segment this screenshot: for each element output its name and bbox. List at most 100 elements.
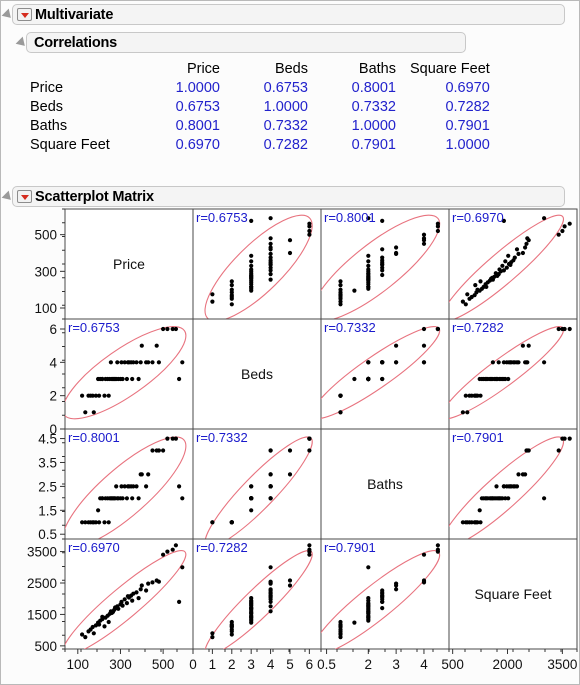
data-point xyxy=(495,273,500,278)
correlations-header-plate[interactable]: Correlations xyxy=(26,32,466,53)
data-point xyxy=(249,267,254,272)
y-axis-tick-label: 500 xyxy=(34,228,57,243)
correlation-label: r=0.7901 xyxy=(324,540,376,555)
data-point xyxy=(380,606,385,611)
spm-cell-square-feet-vs-baths[interactable]: r=0.7901 xyxy=(302,538,450,667)
spm-cell-price-vs-square-feet[interactable]: r=0.6970 xyxy=(433,207,578,331)
section-header-scatterplot-matrix[interactable]: Scatterplot Matrix xyxy=(1,186,576,207)
correlation-value: 0.6753 xyxy=(175,99,220,115)
spm-cell-price-vs-baths[interactable]: r=0.8001 xyxy=(298,207,452,336)
data-point xyxy=(460,520,465,525)
y-axis-tick-label: 0.5 xyxy=(38,527,57,542)
data-point xyxy=(421,232,427,237)
data-point xyxy=(139,472,144,477)
data-point xyxy=(156,579,161,584)
spm-cell-price-vs-beds[interactable]: r=0.6753 xyxy=(191,207,326,335)
spm-cell-baths-vs-square-feet[interactable]: r=0.7901 xyxy=(432,426,578,558)
data-point xyxy=(508,360,513,365)
data-point xyxy=(567,436,572,441)
red-triangle-menu-icon[interactable] xyxy=(17,190,32,203)
data-point xyxy=(134,484,139,489)
spm-cell-square-feet-vs-beds[interactable]: r=0.7282 xyxy=(192,538,322,664)
spm-cell-beds-vs-square-feet[interactable]: r=0.7282 xyxy=(434,317,578,430)
data-point xyxy=(102,624,107,629)
data-point xyxy=(100,376,105,382)
data-point xyxy=(497,267,502,272)
data-point xyxy=(80,393,85,398)
data-point xyxy=(268,609,273,614)
data-point xyxy=(96,508,101,513)
data-point xyxy=(526,343,531,348)
y-axis-tick-label: 300 xyxy=(34,264,57,279)
y-axis-tick-label: 2500 xyxy=(27,576,57,591)
data-point xyxy=(338,631,343,636)
data-point xyxy=(115,360,120,365)
scatterplot-header-plate[interactable]: Scatterplot Matrix xyxy=(12,186,565,207)
correlation-value: 0.7901 xyxy=(351,137,396,153)
spm-cell-beds-vs-price[interactable]: r=0.6753 xyxy=(51,312,198,434)
data-point xyxy=(380,588,385,593)
data-point xyxy=(287,583,293,588)
data-point xyxy=(139,343,144,348)
data-point xyxy=(120,376,125,382)
red-triangle-menu-icon[interactable] xyxy=(17,8,32,21)
data-point xyxy=(394,587,399,592)
data-point xyxy=(177,484,182,489)
data-point xyxy=(307,448,312,453)
data-point xyxy=(421,343,427,348)
data-point xyxy=(146,581,151,586)
data-point xyxy=(520,343,526,348)
data-point xyxy=(478,520,483,525)
data-point xyxy=(516,251,521,256)
data-point xyxy=(366,360,371,365)
data-point xyxy=(338,410,343,415)
data-point xyxy=(501,376,506,382)
data-point xyxy=(287,472,293,477)
data-point xyxy=(106,393,111,398)
correlation-value: 0.6970 xyxy=(445,80,490,96)
data-point xyxy=(484,376,489,382)
spm-cell-square-feet-vs-square-feet[interactable]: Square Feet xyxy=(448,538,578,650)
multivariate-header-plate[interactable]: Multivariate xyxy=(12,4,565,25)
data-point xyxy=(366,284,371,289)
data-point xyxy=(97,393,102,398)
x-axis-tick-label: 2 xyxy=(228,657,236,672)
data-point xyxy=(180,565,185,570)
data-point xyxy=(366,263,371,268)
data-point xyxy=(120,496,125,501)
spm-cell-square-feet-vs-price[interactable]: r=0.6970 xyxy=(54,538,195,666)
data-point xyxy=(154,343,159,348)
spm-cell-baths-vs-beds[interactable]: r=0.7332 xyxy=(192,427,323,557)
data-point xyxy=(249,218,254,223)
correlation-label: r=0.6753 xyxy=(68,320,120,335)
x-axis-tick-label: 2 xyxy=(365,657,373,672)
spm-cell-beds-vs-beds[interactable]: Beds xyxy=(192,318,322,430)
data-point xyxy=(463,393,468,398)
data-point xyxy=(504,265,509,270)
data-point xyxy=(473,520,478,525)
data-point xyxy=(161,326,166,332)
data-point xyxy=(460,299,465,304)
correlation-value: 0.8001 xyxy=(351,80,396,96)
row-header: Square Feet xyxy=(30,137,110,153)
data-point xyxy=(83,635,88,640)
data-point xyxy=(473,283,478,288)
data-point xyxy=(165,436,170,441)
spm-cell-beds-vs-baths[interactable]: r=0.7332 xyxy=(303,316,450,430)
data-point xyxy=(338,619,343,625)
spm-cell-price-vs-price[interactable]: Price xyxy=(64,208,194,320)
section-header-multivariate[interactable]: Multivariate xyxy=(1,4,576,25)
scatterplot-matrix[interactable]: Price r=0.6753 r=0.8001 r=0.6970 r=0.6753 Bed… xyxy=(0,207,580,677)
section-header-correlations[interactable]: Correlations xyxy=(15,32,576,53)
data-point xyxy=(338,393,343,398)
data-point xyxy=(478,279,483,284)
correlation-label: r=0.7282 xyxy=(452,320,504,335)
data-point xyxy=(136,376,141,382)
data-point xyxy=(249,614,254,619)
data-point xyxy=(478,393,483,398)
data-point xyxy=(150,448,155,453)
data-point xyxy=(380,272,385,278)
table-header-row: Price Beds Baths Square Feet xyxy=(30,60,490,79)
data-point xyxy=(229,279,234,284)
spm-cell-baths-vs-baths[interactable]: Baths xyxy=(320,428,450,540)
